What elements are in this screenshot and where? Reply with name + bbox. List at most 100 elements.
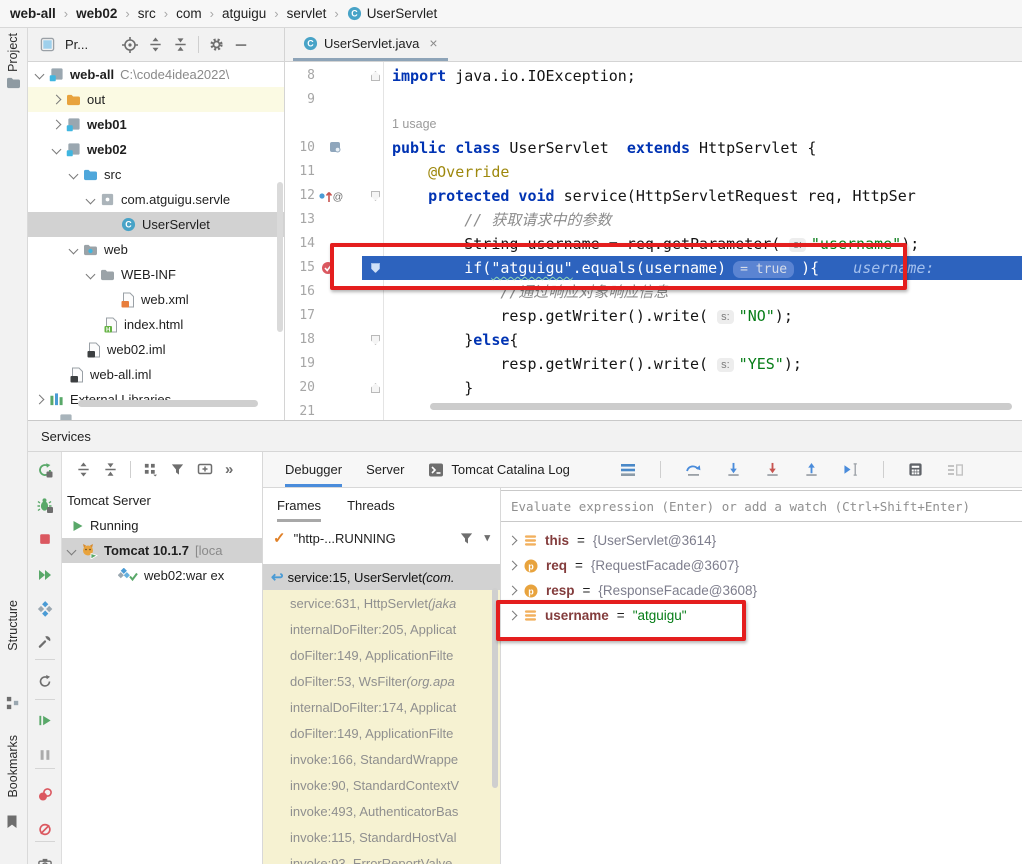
code-line-17[interactable]: 17resp.getWriter().write( s:"NO"); [285,304,1022,328]
resume-arrows-icon[interactable] [37,567,53,583]
services-tree-row-running[interactable]: Running [62,513,262,538]
breadcrumb-item-atguigu[interactable]: atguigu [222,6,266,21]
evaluate-icon[interactable] [908,462,923,477]
force-step-into-icon[interactable] [765,462,780,477]
usages-inlay-hint[interactable]: 1 usage [392,112,436,136]
view-breakpoints-icon[interactable] [37,787,53,803]
fold-marker[interactable] [371,335,380,345]
code-line-9[interactable]: 9 [285,88,1022,112]
breadcrumb-item-web02[interactable]: web02 [76,6,117,21]
chevron-down-icon[interactable] [67,546,77,556]
chevron-right-icon[interactable] [52,95,62,105]
code-editor[interactable]: 8import java.io.IOException;91 usage10pu… [285,62,1022,420]
stack-frame-row-invoke-115-standardhostval[interactable]: invoke:115, StandardHostVal [263,824,500,850]
breadcrumb-item-userservlet[interactable]: CUserServlet [347,6,438,21]
toolwindow-button-structure[interactable]: Structure [6,600,20,651]
chevron-right-icon[interactable] [508,586,518,596]
fold-marker[interactable] [371,191,380,201]
code-line-10[interactable]: 10public class UserServlet extends HttpS… [285,136,1022,160]
chevron-right-icon[interactable] [508,536,518,546]
collapse-all-icon[interactable] [173,37,188,52]
close-icon[interactable]: × [429,35,437,51]
play-icon[interactable] [37,713,52,728]
project-tree-row-web-inf[interactable]: WEB-INF [28,262,285,287]
group-by-icon[interactable] [143,462,158,477]
more-icon[interactable]: » [225,462,233,477]
caret-icon[interactable]: ▾ [484,533,490,544]
chevron-right-icon[interactable] [508,561,518,571]
gear-icon[interactable] [209,37,224,52]
project-vertical-scrollbar[interactable] [277,182,283,332]
subclass-icon[interactable] [329,141,341,153]
breadcrumb-item-web-all[interactable]: web-all [10,6,56,21]
menu-icon[interactable] [620,463,636,477]
code-line-13[interactable]: 13// 获取请求中的参数 [285,208,1022,232]
chevron-right-icon[interactable] [35,395,45,405]
code-line-8[interactable]: 8import java.io.IOException; [285,64,1022,88]
services-tree-row-tomcat-10-1-7[interactable]: Tomcat 10.1.7 [loca [62,538,262,563]
variable-row-req[interactable]: preq = {RequestFacade@3607} [501,553,1022,578]
stack-frame-row-dofilter-149-applicationfilte[interactable]: doFilter:149, ApplicationFilte [263,642,500,668]
toolwindow-button-bookmarks[interactable]: Bookmarks [6,735,20,798]
step-over-icon[interactable] [685,462,702,477]
code-line-19[interactable]: 19resp.getWriter().write( s:"YES"); [285,352,1022,376]
chevron-down-icon[interactable] [86,270,96,280]
debug-icon[interactable] [37,497,53,513]
tab-debugger[interactable]: Debugger [285,452,342,487]
code-line-inlay[interactable]: 1 usage [285,112,1022,136]
variable-row-this[interactable]: this = {UserServlet@3614} [501,528,1022,553]
stack-frame-row-invoke-93-errorreportvalve[interactable]: invoke:93, ErrorReportValve [263,850,500,864]
subtab-threads[interactable]: Threads [347,489,395,522]
project-tree-row-web[interactable]: web [28,237,285,262]
chevron-down-icon[interactable] [35,70,45,80]
wrench-icon[interactable] [37,634,52,649]
project-folder-icon[interactable] [6,76,21,89]
project-tree-row-web02-iml[interactable]: web02.iml [28,337,285,362]
code-line-12[interactable]: 12@protected void service(HttpServletReq… [285,184,1022,208]
breadcrumb-item-com[interactable]: com [176,6,202,21]
refresh-icon[interactable] [37,674,52,689]
camera-icon[interactable] [37,857,52,864]
locate-icon[interactable] [122,37,138,53]
project-tree-row-web-xml[interactable]: web.xml [28,287,285,312]
stack-frame-row-service-631-httpservlet[interactable]: service:631, HttpServlet (jaka [263,590,500,616]
stack-frame-row-internaldofilter-205-applicat[interactable]: internalDoFilter:205, Applicat [263,616,500,642]
toolwindow-button-project[interactable]: Project [6,33,20,72]
project-tree-row-userservlet[interactable]: CUserServlet [28,212,285,237]
project-tree-row-web02[interactable]: web02 [28,137,285,162]
filter-icon[interactable] [459,531,474,546]
code-line-11[interactable]: 11@Override [285,160,1022,184]
step-out-icon[interactable] [804,462,819,477]
project-tree-row-web01[interactable]: web01 [28,112,285,137]
override-icon[interactable]: @ [319,189,343,203]
bookmark-icon[interactable] [6,815,18,829]
editor-horizontal-scrollbar[interactable] [430,403,1012,410]
filter-icon[interactable] [170,462,185,477]
project-tree-row-index-html[interactable]: Hindex.html [28,312,285,337]
stack-frame-row-service-15-userservlet[interactable]: ↩service:15, UserServlet (com. [263,564,500,590]
expand-all-icon[interactable] [76,462,91,477]
stack-frame-row-invoke-90-standardcontextv[interactable]: invoke:90, StandardContextV [263,772,500,798]
stack-frame-row-dofilter-149-applicationfilte[interactable]: doFilter:149, ApplicationFilte [263,720,500,746]
chevron-down-icon[interactable] [69,245,79,255]
stack-frame-row-invoke-493-authenticatorbas[interactable]: invoke:493, AuthenticatorBas [263,798,500,824]
hide-icon[interactable] [234,38,248,52]
add-service-icon[interactable] [197,461,213,477]
tab-tomcat-catalina-log[interactable]: Tomcat Catalina Log [428,452,570,487]
code-line-20[interactable]: 20} [285,376,1022,400]
project-tree-row-web-all[interactable]: web-all C:\code4idea2022\ [28,62,285,87]
stack-frame-row-dofilter-53-wsfilter[interactable]: doFilter:53, WsFilter (org.apa [263,668,500,694]
project-horizontal-scrollbar[interactable] [78,400,258,407]
project-tree-row-src[interactable]: src [28,162,285,187]
tab-server[interactable]: Server [366,452,404,487]
collapse-all-icon[interactable] [103,462,118,477]
thread-selector[interactable]: ✓"http-...RUNNING▾ [263,522,500,554]
run-to-cursor-icon[interactable] [843,462,859,477]
breadcrumb-item-servlet[interactable]: servlet [287,6,327,21]
layout-icon[interactable] [947,463,963,477]
stack-frame-row-invoke-166-standardwrappe[interactable]: invoke:166, StandardWrappe [263,746,500,772]
rerun-icon[interactable] [37,462,53,478]
project-tree-row-web-all-iml[interactable]: web-all.iml [28,362,285,387]
services-tree-row-web02-war-ex[interactable]: web02:war ex [62,563,262,588]
pause-icon[interactable] [38,748,52,762]
